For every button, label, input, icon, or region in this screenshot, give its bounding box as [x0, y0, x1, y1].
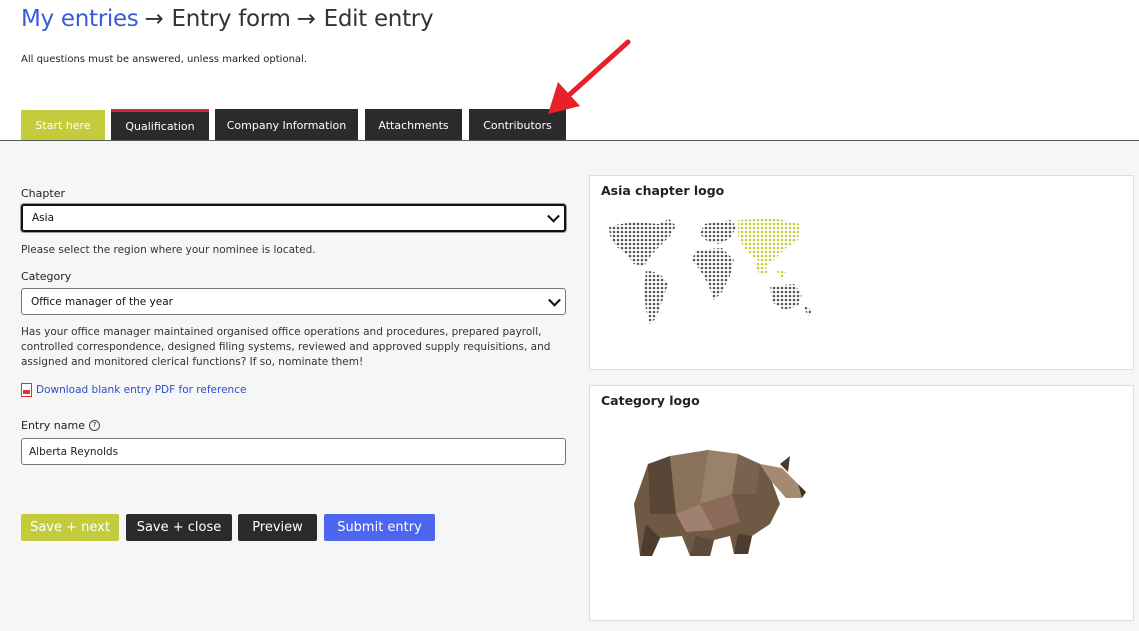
save-next-button[interactable]: Save + next — [21, 514, 119, 541]
breadcrumb: My entries → Entry form → Edit entry — [21, 6, 434, 32]
breadcrumb-separator: → — [144, 6, 164, 32]
annotation-arrow — [548, 39, 631, 114]
preview-button[interactable]: Preview — [238, 514, 317, 541]
category-help-text: Has your office manager maintained organ… — [21, 326, 551, 368]
chapter-logo-card: Asia chapter logo — [589, 175, 1134, 370]
pdf-download-link[interactable]: Download blank entry PDF for reference — [36, 384, 246, 396]
entry-name-label: Entry name — [21, 419, 85, 432]
category-select-value: Office manager of the year — [31, 295, 173, 308]
pdf-file-icon — [21, 383, 32, 397]
pdf-download[interactable]: Download blank entry PDF for reference — [21, 383, 246, 397]
entry-name-input[interactable]: Alberta Reynolds — [21, 438, 566, 465]
category-logo-card: Category logo — [589, 385, 1134, 621]
breadcrumb-separator: → — [296, 6, 316, 32]
page-header: My entries → Entry form → Edit entry All que… — [0, 0, 1139, 141]
save-close-button[interactable]: Save + close — [126, 514, 232, 541]
chevron-down-icon — [548, 293, 561, 307]
chapter-label: Chapter — [21, 187, 65, 200]
main-content: Chapter Asia Please select the region wh… — [0, 141, 1139, 631]
entry-name-value: Alberta Reynolds — [29, 445, 119, 458]
tab-start-here[interactable]: Start here — [21, 110, 105, 141]
tab-qualification[interactable]: Qualification — [111, 109, 209, 141]
tab-attachments[interactable]: Attachments — [365, 109, 462, 141]
bear-image — [634, 450, 806, 556]
breadcrumb-current: Edit entry — [323, 6, 434, 32]
submit-entry-button[interactable]: Submit entry — [324, 514, 435, 541]
chapter-logo-title: Asia chapter logo — [601, 183, 725, 198]
chapter-select-value: Asia — [32, 212, 55, 224]
chevron-down-icon — [547, 209, 560, 223]
entry-name-label-row: Entry name ? — [21, 419, 100, 432]
help-question-icon[interactable]: ? — [88, 420, 100, 431]
tab-company-information[interactable]: Company Information — [215, 109, 358, 141]
breadcrumb-entry-form[interactable]: Entry form — [171, 6, 290, 32]
chapter-select[interactable]: Asia — [21, 204, 566, 232]
world-map-image — [609, 218, 812, 324]
category-label: Category — [21, 270, 72, 283]
category-logo-title: Category logo — [601, 393, 700, 408]
required-note: All questions must be answered, unless m… — [21, 54, 307, 65]
chapter-help-text: Please select the region where your nomi… — [21, 244, 316, 256]
breadcrumb-my-entries-link[interactable]: My entries — [21, 6, 139, 32]
category-select[interactable]: Office manager of the year — [21, 288, 566, 315]
